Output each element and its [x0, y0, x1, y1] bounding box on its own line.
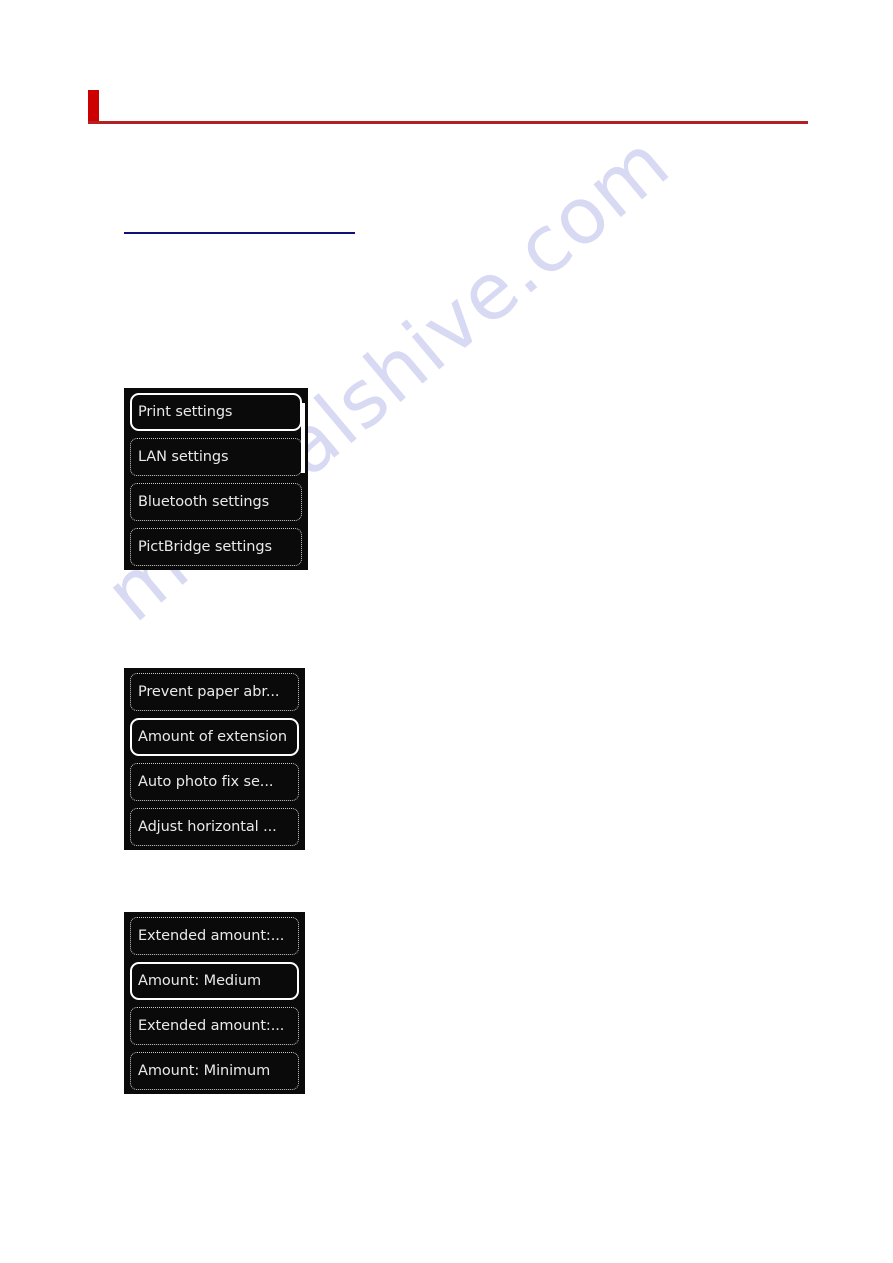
lcd-menu-list: Print settings LAN settings Bluetooth se…: [130, 393, 305, 566]
lcd-menu-item-pictbridge-settings[interactable]: PictBridge settings: [130, 528, 302, 566]
lcd-menu-list: Prevent paper abr... Amount of extension…: [130, 673, 299, 846]
lcd-menu-item-print-settings[interactable]: Print settings: [130, 393, 302, 431]
lcd-menu-item-amount-of-extension[interactable]: Amount of extension: [130, 718, 299, 756]
lcd-menu-item-adjust-horizontal[interactable]: Adjust horizontal ...: [130, 808, 299, 846]
link-underline: [124, 232, 355, 234]
lcd-screenshot-print-settings-menu: Prevent paper abr... Amount of extension…: [124, 668, 305, 850]
page-title: [110, 88, 800, 118]
related-topic-link[interactable]: [124, 212, 355, 234]
lcd-menu-list: Extended amount:... Amount: Medium Exten…: [130, 917, 299, 1090]
lcd-menu-item-amount-minimum[interactable]: Amount: Minimum: [130, 1052, 299, 1090]
document-page: manualshive.com Print settings LAN setti…: [0, 0, 893, 1263]
lcd-menu-item-bluetooth-settings[interactable]: Bluetooth settings: [130, 483, 302, 521]
header-divider-rule: [88, 121, 808, 124]
lcd-menu-item-extended-amount-2[interactable]: Extended amount:...: [130, 1007, 299, 1045]
lcd-menu-item-amount-medium[interactable]: Amount: Medium: [130, 962, 299, 1000]
lcd-screenshot-amount-of-extension-menu: Extended amount:... Amount: Medium Exten…: [124, 912, 305, 1094]
lcd-scrollbar[interactable]: [301, 395, 305, 563]
header-accent-bar: [88, 90, 99, 123]
lcd-menu-item-auto-photo-fix-setting[interactable]: Auto photo fix se...: [130, 763, 299, 801]
lcd-menu-item-prevent-paper-abrasion[interactable]: Prevent paper abr...: [130, 673, 299, 711]
lcd-menu-item-lan-settings[interactable]: LAN settings: [130, 438, 302, 476]
lcd-menu-item-extended-amount-1[interactable]: Extended amount:...: [130, 917, 299, 955]
lcd-screenshot-setup-menu: Print settings LAN settings Bluetooth se…: [124, 388, 308, 570]
lcd-scrollbar-thumb[interactable]: [301, 403, 305, 473]
